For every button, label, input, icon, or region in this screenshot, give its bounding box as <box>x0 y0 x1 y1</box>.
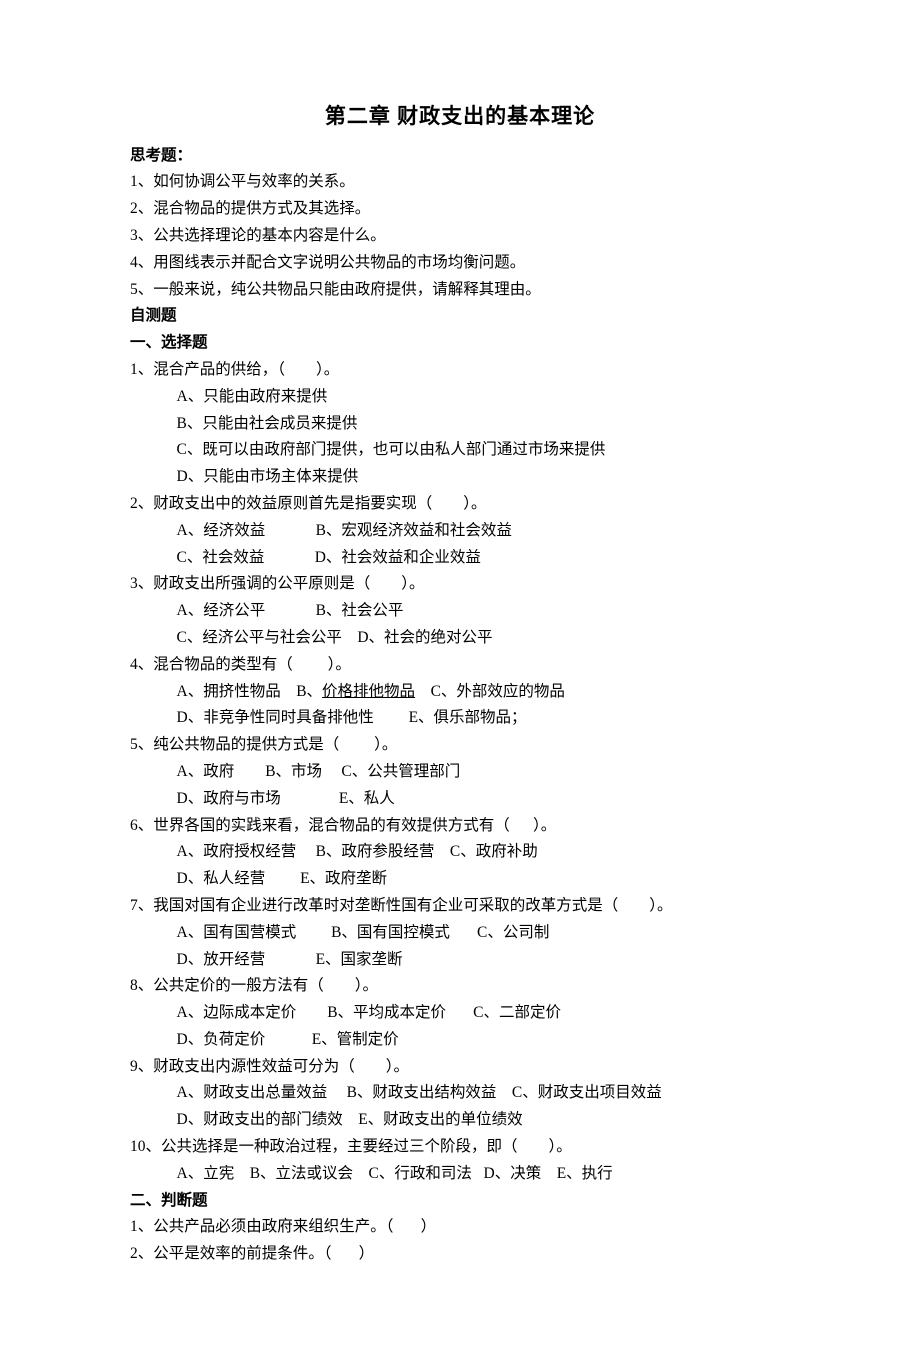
think-item: 3、公共选择理论的基本内容是什么。 <box>130 224 790 249</box>
section-header: 一、选择题 <box>130 331 790 356</box>
option-text: C、外部效应的物品 <box>415 683 565 700</box>
option-row: D、政府与市场 E、私人 <box>130 787 790 812</box>
option: B、只能由社会成员来提供 <box>130 412 790 437</box>
question-stem: 3、财政支出所强调的公平原则是（ ）。 <box>130 572 790 597</box>
option-row: D、私人经营 E、政府垄断 <box>130 867 790 892</box>
think-item: 5、一般来说，纯公共物品只能由政府提供，请解释其理由。 <box>130 278 790 303</box>
option-row: A、经济公平 B、社会公平 <box>130 599 790 624</box>
question-stem: 2、财政支出中的效益原则首先是指要实现（ ）。 <box>130 492 790 517</box>
question-stem: 6、世界各国的实践来看，混合物品的有效提供方式有（ ）。 <box>130 814 790 839</box>
think-header: 思考题： <box>130 144 790 169</box>
question-stem: 7、我国对国有企业进行改革时对垄断性国有企业可采取的改革方式是（ ）。 <box>130 894 790 919</box>
option: C、既可以由政府部门提供，也可以由私人部门通过市场来提供 <box>130 438 790 463</box>
judge-item: 1、公共产品必须由政府来组织生产。（ ） <box>130 1215 790 1240</box>
section-header: 二、判断题 <box>130 1189 790 1214</box>
option-row: A、政府 B、市场 C、公共管理部门 <box>130 760 790 785</box>
question-stem: 5、纯公共物品的提供方式是（ ）。 <box>130 733 790 758</box>
judge-item: 2、公平是效率的前提条件。（ ） <box>130 1242 790 1267</box>
question-stem: 9、财政支出内源性效益可分为（ ）。 <box>130 1055 790 1080</box>
option-row: C、社会效益 D、社会效益和企业效益 <box>130 546 790 571</box>
option-text: A、拥挤性物品 B、 <box>177 683 323 700</box>
question-stem: 8、公共定价的一般方法有（ ）。 <box>130 974 790 999</box>
option-row: A、边际成本定价 B、平均成本定价 C、二部定价 <box>130 1001 790 1026</box>
think-item: 2、混合物品的提供方式及其选择。 <box>130 197 790 222</box>
option-row: C、经济公平与社会公平 D、社会的绝对公平 <box>130 626 790 651</box>
option-text-underline: 价格排他物品 <box>322 683 415 700</box>
option-row: D、非竞争性同时具备排他性 E、俱乐部物品； <box>130 706 790 731</box>
option-row: A、拥挤性物品 B、价格排他物品 C、外部效应的物品 <box>130 680 790 705</box>
option-row: A、政府授权经营 B、政府参股经营 C、政府补助 <box>130 840 790 865</box>
think-item: 1、如何协调公平与效率的关系。 <box>130 170 790 195</box>
option-row: D、放开经营 E、国家垄断 <box>130 948 790 973</box>
option: A、只能由政府来提供 <box>130 385 790 410</box>
question-stem: 1、混合产品的供给，（ ）。 <box>130 358 790 383</box>
option-row: A、经济效益 B、宏观经济效益和社会效益 <box>130 519 790 544</box>
question-stem: 4、混合物品的类型有（ ）。 <box>130 653 790 678</box>
chapter-title: 第二章 财政支出的基本理论 <box>130 100 790 134</box>
question-stem: 10、公共选择是一种政治过程，主要经过三个阶段，即（ ）。 <box>130 1135 790 1160</box>
option-row: D、财政支出的部门绩效 E、财政支出的单位绩效 <box>130 1108 790 1133</box>
option: D、只能由市场主体来提供 <box>130 465 790 490</box>
option-row: D、负荷定价 E、管制定价 <box>130 1028 790 1053</box>
option-row: A、立宪 B、立法或议会 C、行政和司法 D、决策 E、执行 <box>130 1162 790 1187</box>
option-row: A、国有国营模式 B、国有国控模式 C、公司制 <box>130 921 790 946</box>
think-item: 4、用图线表示并配合文字说明公共物品的市场均衡问题。 <box>130 251 790 276</box>
self-test-header: 自测题 <box>130 304 790 329</box>
option-row: A、财政支出总量效益 B、财政支出结构效益 C、财政支出项目效益 <box>130 1081 790 1106</box>
